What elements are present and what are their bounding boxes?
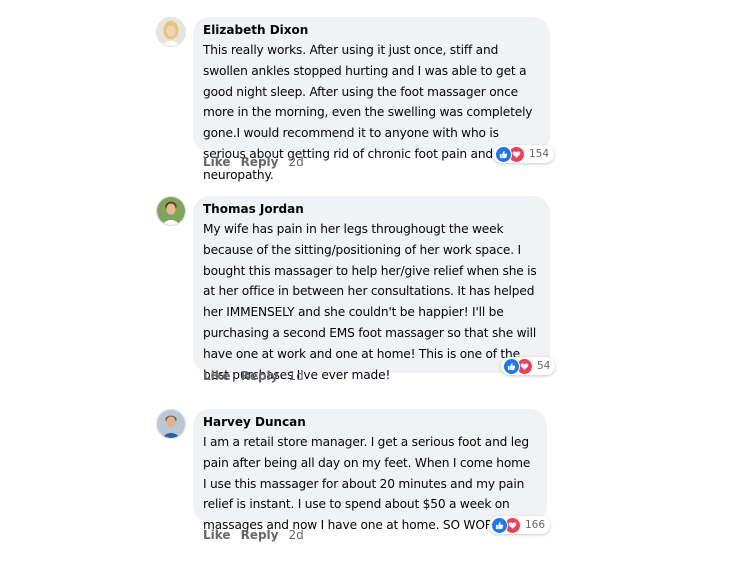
reaction-count: 154 xyxy=(529,148,550,160)
like-button[interactable]: Like xyxy=(203,155,231,169)
thumbs-up-icon xyxy=(503,357,520,375)
comment-bubble: Thomas Jordan My wife has pain in her le… xyxy=(193,196,550,382)
comment-actions: Like Reply 2d xyxy=(203,155,304,169)
comment-timestamp[interactable]: 2d xyxy=(288,528,303,542)
comment-timestamp[interactable]: 1d xyxy=(288,369,303,383)
avatar-photo xyxy=(157,410,185,438)
comment-text: My wife has pain in her legs throughougt… xyxy=(203,222,537,382)
comment-author[interactable]: Thomas Jordan xyxy=(203,201,540,218)
reaction-count: 54 xyxy=(537,360,551,372)
comment-bubble: Harvey Duncan I am a retail store manage… xyxy=(193,409,547,532)
reaction-summary[interactable]: 166 xyxy=(489,516,551,534)
like-button[interactable]: Like xyxy=(203,528,231,542)
like-button[interactable]: Like xyxy=(203,369,231,383)
comment-actions: Like Reply 1d xyxy=(203,369,304,383)
avatar[interactable] xyxy=(156,409,186,439)
avatar[interactable] xyxy=(156,17,186,47)
reply-button[interactable]: Reply xyxy=(241,369,279,383)
comment-bubble: Elizabeth Dixon This really works. After… xyxy=(193,17,550,182)
comment-timestamp[interactable]: 2d xyxy=(288,155,303,169)
thumbs-up-icon xyxy=(495,145,512,163)
reply-button[interactable]: Reply xyxy=(241,155,279,169)
reaction-summary[interactable]: 54 xyxy=(501,357,556,375)
reaction-count: 166 xyxy=(525,519,546,531)
comment-author[interactable]: Harvey Duncan xyxy=(203,414,537,431)
comment-text: I am a retail store manager. I get a ser… xyxy=(203,435,533,533)
reaction-summary[interactable]: 154 xyxy=(493,145,555,163)
comment-actions: Like Reply 2d xyxy=(203,528,304,542)
comment-author[interactable]: Elizabeth Dixon xyxy=(203,22,540,39)
avatar-photo xyxy=(157,197,185,225)
reply-button[interactable]: Reply xyxy=(241,528,279,542)
thumbs-up-icon xyxy=(491,516,508,534)
avatar-photo xyxy=(157,18,185,46)
avatar[interactable] xyxy=(156,196,186,226)
